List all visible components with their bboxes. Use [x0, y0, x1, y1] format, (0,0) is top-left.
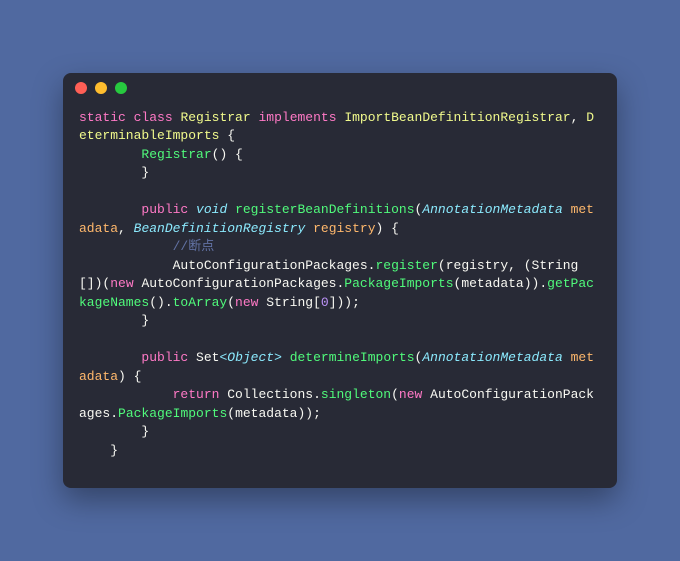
param-type-3: AnnotationMetadata: [422, 350, 562, 365]
kw-implements: implements: [258, 110, 336, 125]
ctor: Registrar: [141, 147, 211, 162]
ident-acp: AutoConfigurationPackages: [173, 258, 368, 273]
comment-break: //断点: [173, 239, 215, 254]
ctor-packageimports2: PackageImports: [118, 406, 227, 421]
type-stringarr: String: [532, 258, 579, 273]
kw-public-1: public: [141, 202, 188, 217]
param-2: registry: [313, 221, 375, 236]
kw-public-2: public: [141, 350, 188, 365]
minimize-icon[interactable]: [95, 82, 107, 94]
kw-new-3: new: [399, 387, 422, 402]
kw-new-1: new: [110, 276, 133, 291]
arg-metadata2: metadata: [235, 406, 297, 421]
param-type-1: AnnotationMetadata: [422, 202, 562, 217]
ident-acp2: AutoConfigurationPackages: [141, 276, 336, 291]
lit-zero: 0: [321, 295, 329, 310]
class-name: Registrar: [180, 110, 250, 125]
method-registerBeanDefinitions: registerBeanDefinitions: [235, 202, 414, 217]
kw-static: static: [79, 110, 126, 125]
arg-metadata: metadata: [461, 276, 523, 291]
iface-1: ImportBeanDefinitionRegistrar: [344, 110, 570, 125]
param-type-2: BeanDefinitionRegistry: [134, 221, 306, 236]
method-determineImports: determineImports: [290, 350, 415, 365]
ctor-packageimports: PackageImports: [344, 276, 453, 291]
code-window: static class Registrar implements Import…: [63, 73, 617, 489]
titlebar: [63, 73, 617, 103]
call-register: register: [375, 258, 437, 273]
call-singleton: singleton: [321, 387, 391, 402]
ret-set: Set: [196, 350, 219, 365]
call-toArray: toArray: [173, 295, 228, 310]
close-icon[interactable]: [75, 82, 87, 94]
kw-return: return: [173, 387, 220, 402]
ret-void: void: [196, 202, 227, 217]
kw-new-2: new: [235, 295, 258, 310]
arg-registry: registry: [446, 258, 508, 273]
type-string2: String: [266, 295, 313, 310]
code-content: static class Registrar implements Import…: [63, 103, 617, 489]
ident-collections: Collections: [227, 387, 313, 402]
generic-object: Object: [227, 350, 274, 365]
generic-gt: >: [274, 350, 282, 365]
kw-class: class: [134, 110, 173, 125]
zoom-icon[interactable]: [115, 82, 127, 94]
